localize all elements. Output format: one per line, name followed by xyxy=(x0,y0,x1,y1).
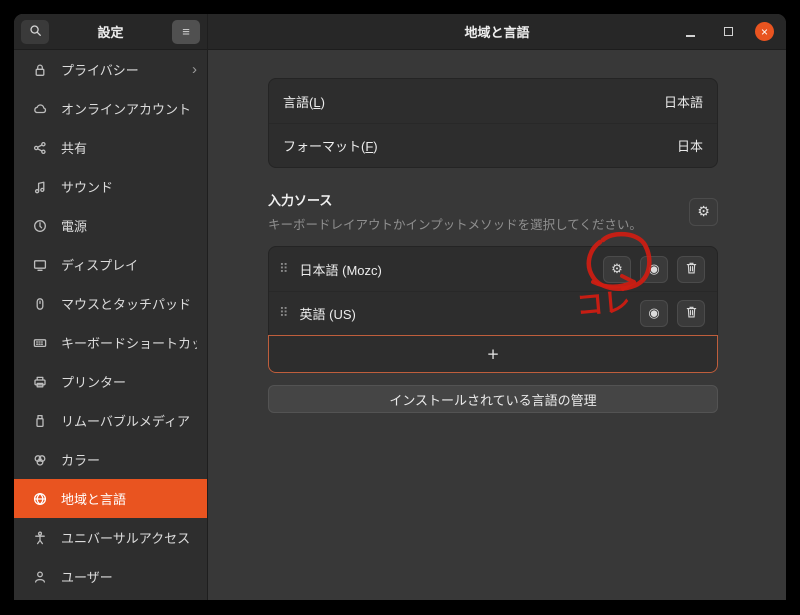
sidebar-item-keyboard-shortcuts[interactable]: キーボードショートカット xyxy=(14,323,207,362)
close-button[interactable]: × xyxy=(755,22,774,41)
maximize-button[interactable] xyxy=(717,21,739,43)
globe-icon xyxy=(32,491,48,507)
close-icon: × xyxy=(761,26,768,38)
sidebar: 設定 ≡ プライバシー › オンラインアカウント 共有 サウンド xyxy=(14,14,208,600)
source-remove-button[interactable] xyxy=(677,256,705,283)
minimize-button[interactable] xyxy=(679,21,701,43)
input-sources-description: キーボードレイアウトかインプットメソッドを選択してください。 xyxy=(268,214,642,233)
search-icon xyxy=(28,23,43,41)
headerbar: 地域と言語 × xyxy=(208,14,786,50)
sidebar-item-display[interactable]: ディスプレイ xyxy=(14,245,207,284)
chevron-right-icon: › xyxy=(192,61,197,78)
sidebar-item-color[interactable]: カラー xyxy=(14,440,207,479)
source-row-buttons: ◉ xyxy=(640,300,705,327)
source-row-buttons: ⚙ ◉ xyxy=(603,256,705,283)
main-panel: 地域と言語 × 言語(L) 日本語 フォーマット(F) 日本 xyxy=(208,14,786,600)
trash-icon xyxy=(685,305,698,322)
sidebar-item-mouse-touchpad[interactable]: マウスとタッチパッド xyxy=(14,284,207,323)
region-language-page: 言語(L) 日本語 フォーマット(F) 日本 入力ソース キーボードレイアウトか… xyxy=(208,50,786,600)
language-label: 言語(L) xyxy=(283,92,325,111)
screenshot-root: { "colors": { "accent": "#E95420", "anno… xyxy=(0,0,800,615)
language-value: 日本語 xyxy=(664,92,703,111)
eye-icon: ◉ xyxy=(648,307,659,320)
hamburger-icon: ≡ xyxy=(182,24,190,39)
trash-icon xyxy=(685,261,698,278)
sidebar-item-universal-access[interactable]: ユニバーサルアクセス xyxy=(14,518,207,557)
add-input-source-button[interactable]: + xyxy=(268,335,718,373)
mouse-icon xyxy=(32,296,48,312)
drag-handle-icon[interactable]: ⠿ xyxy=(279,262,289,277)
search-button[interactable] xyxy=(21,20,49,44)
app-title: 設定 xyxy=(97,22,123,41)
format-value: 日本 xyxy=(677,136,703,155)
sidebar-header: 設定 ≡ xyxy=(14,14,207,50)
lock-icon xyxy=(32,62,48,78)
manage-installed-languages-button[interactable]: インストールされている言語の管理 xyxy=(268,385,718,413)
source-row-japanese-mozc[interactable]: ⠿ 日本語 (Mozc) ⚙ ◉ xyxy=(269,247,717,291)
sidebar-item-privacy[interactable]: プライバシー › xyxy=(14,50,207,89)
source-preferences-button[interactable]: ⚙ xyxy=(603,256,631,283)
format-label: フォーマット(F) xyxy=(283,136,378,155)
gear-icon: ⚙ xyxy=(697,205,710,219)
settings-window: 設定 ≡ プライバシー › オンラインアカウント 共有 サウンド xyxy=(14,14,786,600)
cloud-icon xyxy=(32,101,48,117)
maximize-icon xyxy=(724,27,733,36)
eye-icon: ◉ xyxy=(648,263,659,276)
sidebar-item-printers[interactable]: プリンター xyxy=(14,362,207,401)
removable-media-icon xyxy=(32,413,48,429)
keyboard-icon xyxy=(32,335,48,351)
user-icon xyxy=(32,569,48,585)
music-note-icon xyxy=(32,179,48,195)
sidebar-item-sharing[interactable]: 共有 xyxy=(14,128,207,167)
source-name: 日本語 (Mozc) xyxy=(300,260,603,279)
sidebar-item-power[interactable]: 電源 xyxy=(14,206,207,245)
power-icon xyxy=(32,218,48,234)
window-controls: × xyxy=(679,21,774,43)
printer-icon xyxy=(32,374,48,390)
accessibility-icon xyxy=(32,530,48,546)
sidebar-item-removable-media[interactable]: リムーバブルメディア xyxy=(14,401,207,440)
input-sources-options-button[interactable]: ⚙ xyxy=(689,198,718,226)
gear-icon: ⚙ xyxy=(611,263,623,276)
input-sources-header: 入力ソース キーボードレイアウトかインプットメソッドを選択してください。 ⚙ xyxy=(268,190,718,233)
sidebar-list: プライバシー › オンラインアカウント 共有 サウンド 電源 デ xyxy=(14,50,207,600)
format-row[interactable]: フォーマット(F) 日本 xyxy=(269,123,717,167)
sidebar-item-region-language[interactable]: 地域と言語 xyxy=(14,479,207,518)
sidebar-item-online-accounts[interactable]: オンラインアカウント xyxy=(14,89,207,128)
minimize-icon xyxy=(686,35,695,37)
page-title: 地域と言語 xyxy=(464,22,529,41)
display-icon xyxy=(32,257,48,273)
source-remove-button[interactable] xyxy=(677,300,705,327)
share-icon xyxy=(32,140,48,156)
source-view-layout-button[interactable]: ◉ xyxy=(640,300,668,327)
input-sources-titles: 入力ソース キーボードレイアウトかインプットメソッドを選択してください。 xyxy=(268,190,642,233)
input-sources-list: ⠿ 日本語 (Mozc) ⚙ ◉ ⠿ 英語 (US) ◉ xyxy=(268,246,718,373)
language-row[interactable]: 言語(L) 日本語 xyxy=(269,79,717,123)
source-row-english-us[interactable]: ⠿ 英語 (US) ◉ xyxy=(269,291,717,335)
sidebar-item-users[interactable]: ユーザー xyxy=(14,557,207,596)
sidebar-item-sound[interactable]: サウンド xyxy=(14,167,207,206)
language-format-card: 言語(L) 日本語 フォーマット(F) 日本 xyxy=(268,78,718,168)
drag-handle-icon[interactable]: ⠿ xyxy=(279,306,289,321)
source-name: 英語 (US) xyxy=(300,304,640,323)
color-icon xyxy=(32,452,48,468)
menu-button[interactable]: ≡ xyxy=(172,20,200,44)
input-sources-title: 入力ソース xyxy=(268,190,642,209)
plus-icon: + xyxy=(487,345,500,363)
source-view-layout-button[interactable]: ◉ xyxy=(640,256,668,283)
